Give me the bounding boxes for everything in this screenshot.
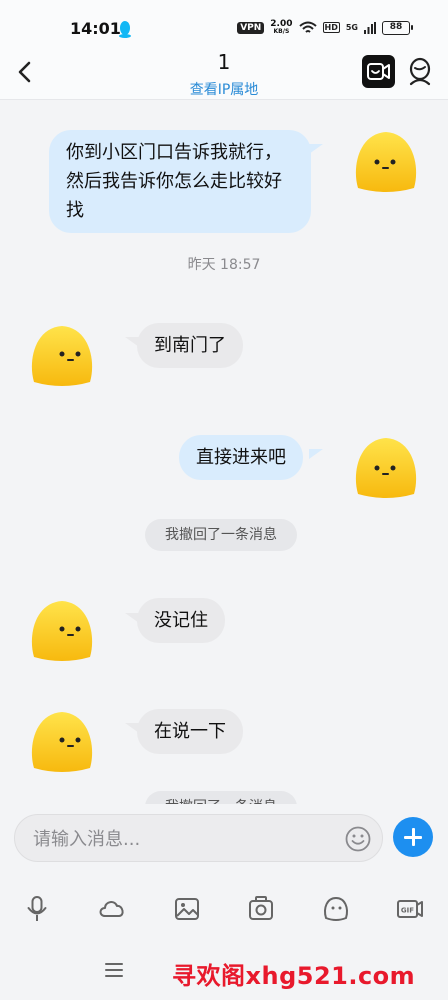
sticker-icon[interactable]: [321, 894, 351, 924]
video-camera-icon: [367, 63, 390, 80]
camera-icon[interactable]: [246, 894, 276, 924]
my-avatar[interactable]: [350, 128, 422, 196]
battery-indicator: 88: [382, 20, 413, 35]
image-icon[interactable]: [172, 894, 202, 924]
cloud-icon[interactable]: [97, 894, 127, 924]
chat-header: 1 查看IP属地: [0, 48, 448, 100]
contact-avatar[interactable]: [26, 322, 98, 390]
message-timestamp: 昨天 18:57: [187, 257, 261, 273]
recall-notice-partial: 我撤回了一条消息: [145, 791, 297, 804]
bubble-tail: [309, 144, 323, 154]
video-call-button[interactable]: [362, 55, 395, 88]
watermark: 寻欢阁xhg521.com: [172, 962, 416, 990]
gif-icon[interactable]: GIF: [395, 894, 425, 924]
sent-message-bubble[interactable]: 直接进来吧: [179, 435, 303, 480]
vpn-badge: VPN: [237, 21, 265, 34]
wifi-icon: [298, 21, 317, 33]
message-input[interactable]: [33, 825, 333, 853]
gif-frame-icon: GIF: [397, 900, 423, 918]
profile-icon[interactable]: [404, 56, 436, 88]
contact-avatar[interactable]: [26, 597, 98, 665]
qq-penguin-icon: [119, 21, 131, 38]
more-options-button[interactable]: [393, 817, 433, 857]
sent-message-bubble[interactable]: 你到小区门口告诉我就行，然后我告诉你怎么走比较好找: [49, 130, 311, 233]
menu-icon[interactable]: [105, 963, 123, 979]
contact-avatar[interactable]: [26, 708, 98, 776]
input-toolbar: GIF: [0, 894, 448, 926]
microphone-icon[interactable]: [22, 894, 52, 924]
message-list[interactable]: 你到小区门口告诉我就行，然后我告诉你怎么走比较好找 昨天 18:57 到南门了 …: [0, 101, 448, 804]
network-speed: 2.00 KB/S: [270, 19, 293, 36]
status-indicators: VPN 2.00 KB/S HD 5G 88: [237, 19, 413, 36]
recall-notice: 我撤回了一条消息: [145, 519, 297, 551]
received-message-bubble[interactable]: 没记住: [137, 598, 225, 643]
emoji-icon[interactable]: [344, 825, 372, 853]
message-input-container: [14, 814, 383, 862]
gif-label: GIF: [401, 907, 414, 915]
signal-icon: [364, 21, 376, 34]
received-message-bubble[interactable]: 在说一下: [137, 709, 243, 754]
hd-badge: HD: [322, 22, 340, 33]
my-avatar[interactable]: [350, 434, 422, 502]
received-message-bubble[interactable]: 到南门了: [137, 323, 243, 368]
bubble-tail: [309, 449, 323, 459]
status-time: 14:01: [70, 19, 121, 38]
signal-label: 5G: [345, 23, 358, 32]
